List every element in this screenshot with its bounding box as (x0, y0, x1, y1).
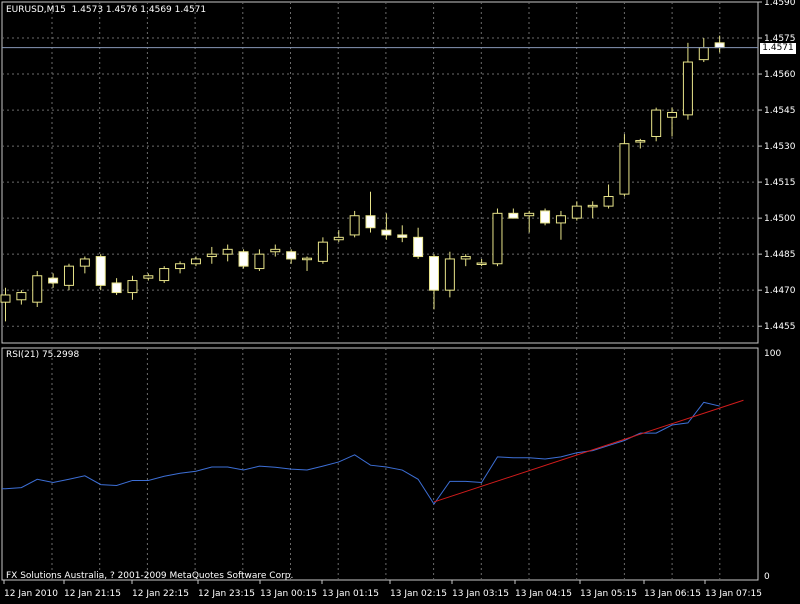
rsi-trendline (433, 399, 744, 503)
candle-bullish (159, 268, 170, 282)
current-price-tag: 1.4571 (760, 43, 796, 54)
candle-bullish (492, 212, 503, 265)
x-tick-label: 13 Jan 00:15 (260, 589, 317, 599)
y-tick-label: 1.4515 (764, 178, 796, 188)
candle-bullish (79, 258, 90, 267)
x-tick-label: 13 Jan 05:15 (580, 589, 637, 599)
candle-bullish (0, 294, 11, 303)
x-tick-label: 13 Jan 07:15 (705, 589, 762, 599)
candle-bullish (143, 275, 154, 279)
y-tick-label: 1.4545 (764, 106, 796, 116)
trading-chart: 12 Jan 2010 12 Jan 21:15 12 Jan 22:15 12 Ja… (0, 0, 800, 600)
candle-bearish (238, 251, 249, 267)
candle-bullish (254, 253, 265, 270)
candle-bullish (460, 256, 471, 260)
rsi-panel-frame (1, 347, 759, 581)
candle-bearish (397, 234, 408, 238)
candle-bullish (127, 280, 138, 294)
x-tick-label: 12 Jan 23:15 (198, 589, 255, 599)
candle-bullish (524, 212, 535, 217)
candle-bullish (32, 275, 43, 303)
y-tick-label: 1.4470 (764, 286, 796, 296)
candle-bearish (286, 251, 297, 260)
rsi-min-label: 0 (764, 572, 770, 582)
candle-bearish (508, 212, 519, 219)
candle-bullish (682, 61, 693, 116)
candle-bullish (175, 263, 186, 270)
candle-bullish (635, 140, 646, 143)
x-tick-label: 13 Jan 04:15 (515, 589, 572, 599)
rsi-title: RSI(21) 75.2998 (6, 350, 80, 360)
candle-bullish (667, 111, 678, 118)
candle-bullish (270, 248, 281, 253)
copyright-text: FX Solutions Australia, ? 2001-2009 Meta… (6, 571, 294, 581)
y-tick-label: 1.4590 (764, 0, 796, 8)
candle-bullish (16, 292, 27, 301)
rsi-line (2, 401, 720, 505)
candle-bullish (587, 204, 598, 208)
candle-bearish (95, 256, 106, 286)
symbol-label: EURUSD,M15 (6, 5, 66, 15)
candle-bullish (603, 196, 614, 207)
x-tick-label: 12 Jan 2010 (4, 589, 58, 599)
y-tick-label: 1.4530 (764, 142, 796, 152)
candle-bullish (476, 262, 487, 266)
candle-bearish (111, 282, 122, 294)
candle-bullish (444, 258, 455, 291)
candle-bullish (555, 215, 566, 224)
x-tick-label: 12 Jan 21:15 (64, 589, 121, 599)
ohlc-label: 1.4573 1.4576 1.4569 1.4571 (71, 5, 207, 15)
y-tick-label: 1.4485 (764, 250, 796, 260)
candle-bullish (698, 47, 709, 61)
y-tick-label: 1.4560 (764, 70, 796, 80)
y-tick-label: 1.4500 (764, 214, 796, 224)
candle-bullish (190, 258, 201, 265)
candle-bullish (302, 257, 313, 261)
candle-bearish (381, 229, 392, 236)
x-tick-label: 13 Jan 03:15 (452, 589, 509, 599)
chart-title: EURUSD,M15 1.4573 1.4576 1.4569 1.4571 (6, 5, 206, 16)
x-tick-label: 12 Jan 22:15 (132, 589, 189, 599)
candle-bullish (317, 241, 328, 262)
candle-bullish (63, 265, 74, 286)
x-tick-label: 13 Jan 06:15 (644, 589, 701, 599)
y-tick-label: 1.4455 (764, 322, 796, 332)
candle-bullish (206, 253, 217, 258)
candle-bullish (333, 236, 344, 241)
x-tick-label: 13 Jan 01:15 (322, 589, 379, 599)
chart-canvas: 12 Jan 2010 12 Jan 21:15 12 Jan 22:15 12 Ja… (0, 0, 796, 599)
candle-bearish (540, 210, 551, 224)
candle-bearish (365, 215, 376, 229)
candle-bullish (349, 215, 360, 236)
rsi-max-label: 100 (764, 349, 781, 359)
candle-bearish (428, 256, 439, 291)
candle-bullish (651, 109, 662, 137)
candle-bullish (571, 205, 582, 219)
x-tick-label: 13 Jan 02:15 (390, 589, 447, 599)
candle-bearish (413, 236, 424, 258)
candle-bearish (48, 277, 59, 284)
candle-bullish (619, 143, 630, 195)
candle-bearish (714, 42, 725, 49)
candle-bullish (222, 248, 233, 255)
